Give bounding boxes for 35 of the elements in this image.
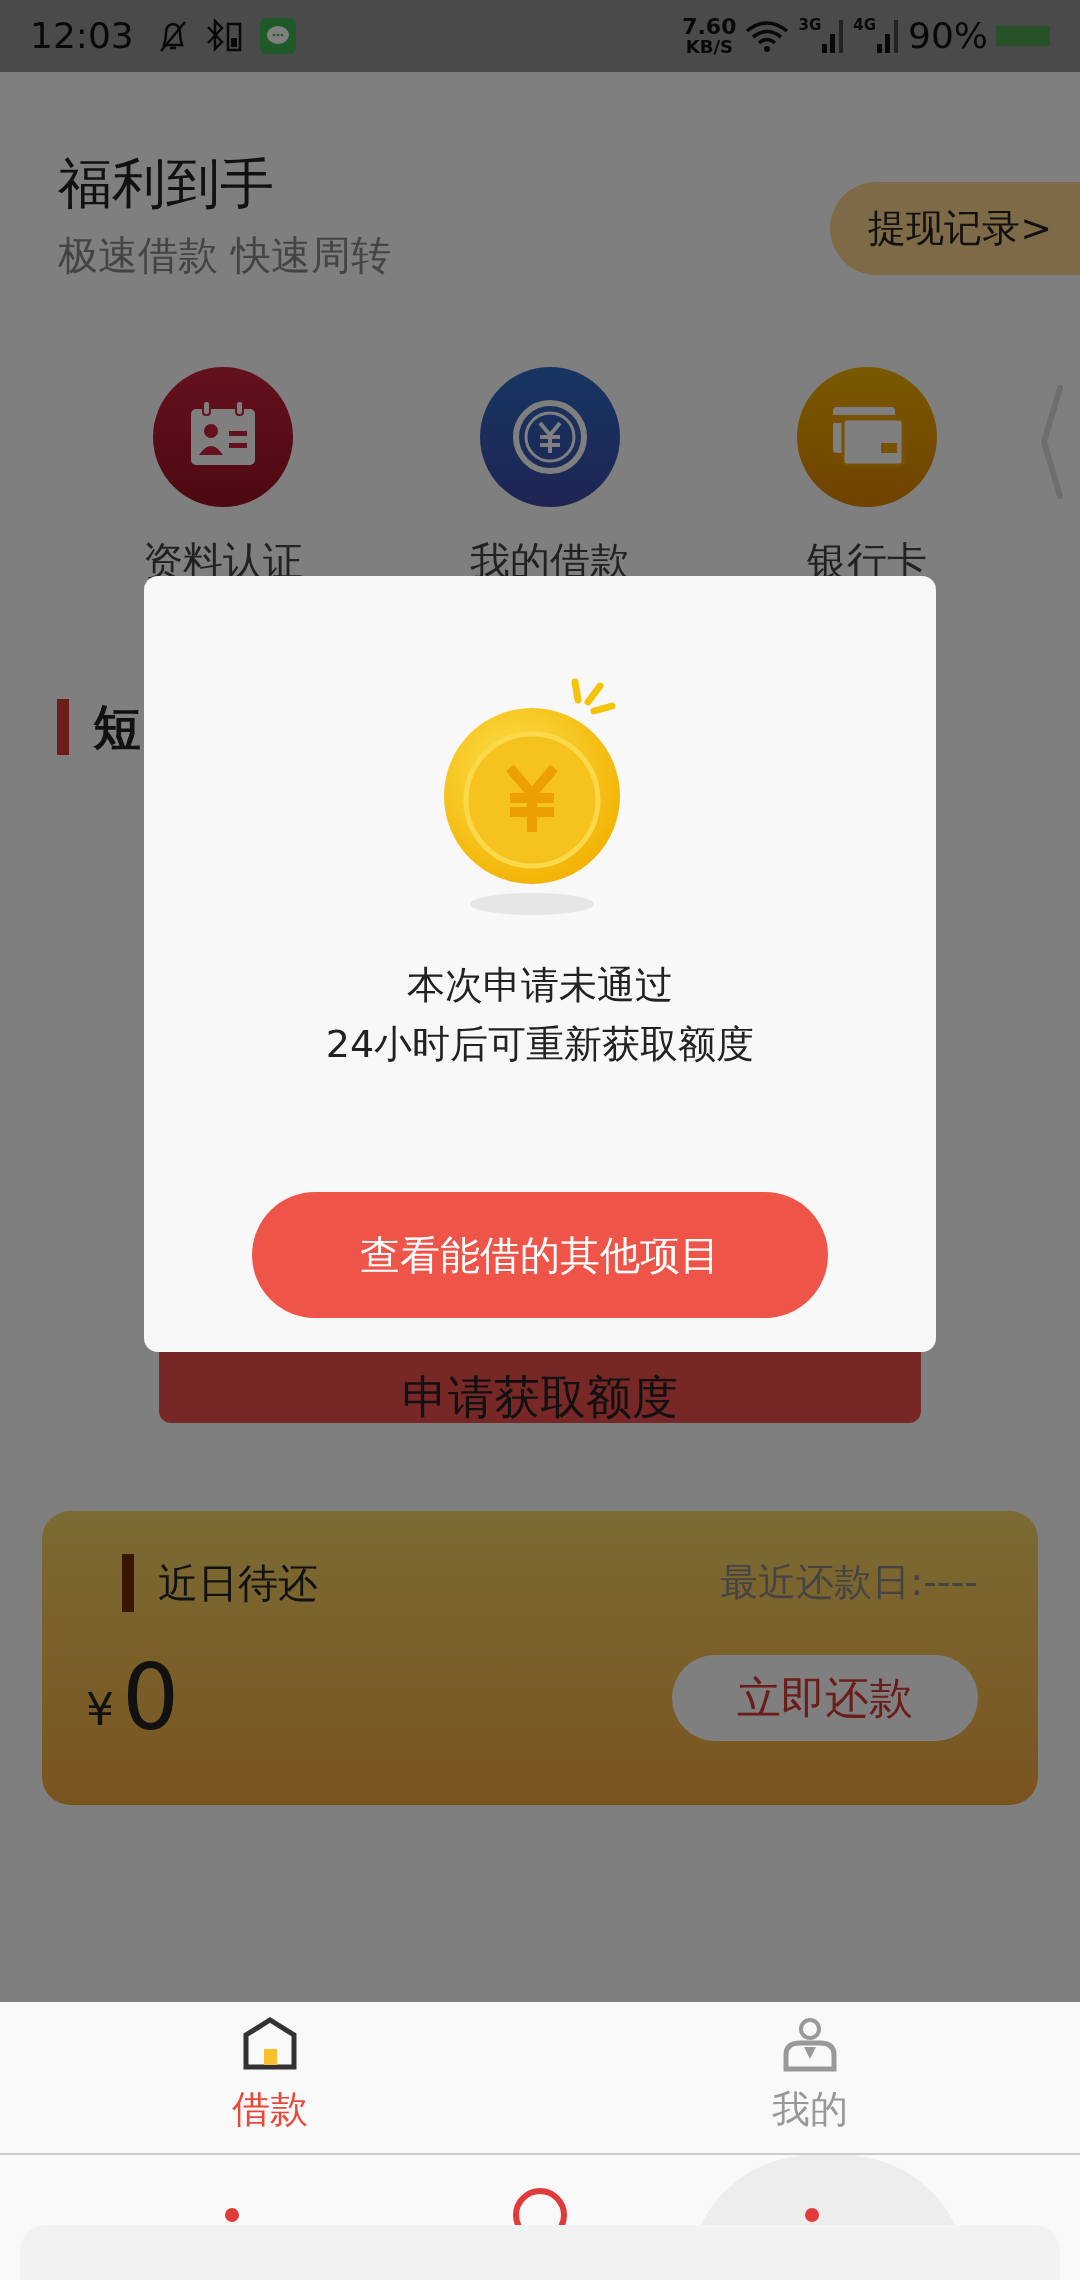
home-ring-icon[interactable]	[512, 2187, 568, 2225]
network-type: 3G	[798, 18, 822, 33]
dialog-message: 本次申请未通过	[407, 962, 673, 1009]
card-icon[interactable]	[796, 366, 937, 507]
signal-icon	[876, 18, 900, 54]
network-type: 4G	[853, 18, 876, 33]
network-speed-unit: KB/S	[685, 38, 733, 56]
wifi-icon	[744, 19, 791, 53]
message-app-icon	[259, 18, 296, 54]
page-subtitle: 极速借款 快速周转	[58, 230, 391, 280]
withdraw-record-button[interactable]: 提现记录>	[830, 182, 1080, 275]
dialog-message: 24小时后可重新获取额度	[325, 1020, 755, 1068]
card-title: 近日待还	[158, 1558, 318, 1608]
currency-sign: ¥	[86, 1682, 114, 1737]
mute-bell-icon	[157, 19, 188, 53]
section-title: 短	[93, 697, 141, 757]
page-title: 福利到手	[58, 152, 275, 217]
tab[interactable]: 借款	[170, 2016, 370, 2139]
battery-percent: 90%	[908, 14, 988, 58]
section-marker	[57, 698, 69, 755]
amount-due: 0	[122, 1652, 180, 1743]
other-projects-button[interactable]: 查看能借的其他项目	[252, 1191, 828, 1318]
home-icon	[242, 2017, 298, 2073]
status-time: 12:03	[30, 14, 134, 58]
id-card-icon[interactable]	[153, 366, 294, 507]
person-icon	[782, 2017, 838, 2073]
battery-icon	[996, 26, 1050, 46]
tab[interactable]: 我的	[710, 2016, 910, 2139]
title-marker	[122, 1553, 134, 1612]
coin-icon[interactable]	[480, 366, 620, 507]
repay-now-button[interactable]: 立即还款	[672, 1654, 978, 1741]
nav-dot-icon[interactable]	[224, 2207, 240, 2223]
signal-icon	[821, 18, 846, 54]
network-speed: 7.60	[682, 16, 737, 38]
nav-dot-icon[interactable]	[804, 2207, 820, 2223]
